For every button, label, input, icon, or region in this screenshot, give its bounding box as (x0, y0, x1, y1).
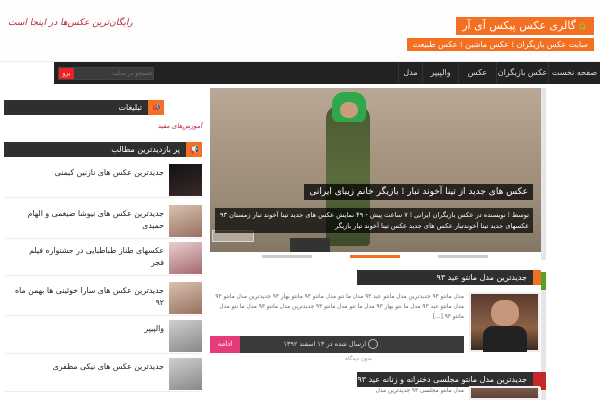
popular-thumb[interactable] (169, 358, 202, 390)
site-subtitle: سایت عکس بازیگران ⁞ عکس ماشین ⁞ عکس طبیع… (406, 38, 594, 51)
post-meta-bar: ادامه مطلب ارسال شده در ۱۳ اسفند ۱۳۹۲ (210, 336, 464, 365)
popular-thumb[interactable] (169, 164, 202, 196)
popular-item-title[interactable]: جدیدترین عکس های نازنین کیمنی (14, 167, 164, 179)
post-excerpt: مدل مانتو ۹۳ جدیدترین مدل مانتو عید ۹۳ م… (215, 294, 464, 320)
read-more-button[interactable]: ادامه مطلب (210, 336, 240, 365)
popular-item-title[interactable]: عکسهای طناز طباطبایی در جشنواره فیلم فجر (14, 245, 164, 269)
nav-item-actors[interactable]: عکس بازیگران (496, 62, 548, 84)
slide-excerpt: توسط ⁞ نویسنده در عکس بازیگران ایرانی ⁞ … (215, 208, 533, 233)
nav-item-home[interactable]: صفحه نخست (548, 62, 600, 84)
ads-widget-title: تبلیغات (118, 103, 142, 112)
megaphone-icon: 📣 (148, 100, 164, 115)
popular-item-title[interactable]: والپیپر (14, 323, 164, 335)
nav-item-news[interactable]: عکس خبری (458, 62, 496, 99)
ads-link[interactable]: آموزش‌های مفید (8, 122, 202, 130)
popular-list-item[interactable]: عکسهای طناز طباطبایی در جشنواره فیلم فجر (4, 240, 202, 276)
section-title: جدیدترین مدل مانتو مجلسی دخترانه و زنانه… (357, 375, 527, 384)
popular-widget-header: 📢 پر بازدیدترین مطالب (4, 142, 202, 157)
home-icon[interactable]: ⌂ (579, 19, 591, 32)
thumb-body (483, 326, 527, 352)
slider-dot[interactable] (262, 255, 312, 258)
slider-dot[interactable] (438, 255, 488, 258)
popular-list-item[interactable]: والپیپر (4, 318, 202, 354)
popular-thumb[interactable] (169, 282, 202, 314)
section-title: جدیدترین مدل مانتو عید ۹۳ (436, 273, 527, 282)
slider-dot-active[interactable] (350, 255, 400, 258)
search-input[interactable] (75, 68, 153, 79)
popular-list-item[interactable]: جدیدترین عکس های نیوشا ضیغمی و الهام حمی… (4, 203, 202, 239)
search-box: برو (58, 67, 154, 80)
thumb-face (491, 300, 519, 326)
post-comments-meta[interactable]: بدون دیدگاه (212, 356, 372, 362)
slide-figure-face (340, 102, 358, 118)
popular-item-title[interactable]: جدیدترین عکس های سارا خوئینی ها بهمن ماه… (14, 285, 164, 309)
clock-icon (368, 339, 378, 349)
popular-list-item[interactable]: جدیدترین عکس های نیکی مظفری (4, 356, 202, 392)
site-logo[interactable]: رایگان‌ترین عکس‌ها در اینجا است (8, 18, 133, 28)
megaphone-icon: 📢 (186, 142, 202, 157)
search-button[interactable]: برو (59, 68, 74, 79)
slider-pagination (210, 252, 541, 260)
site-title-text: گالری عکس پیکس آی آر (462, 19, 576, 32)
section-header[interactable]: جدیدترین مدل مانتو مجلسی دخترانه و زنانه… (357, 372, 541, 387)
popular-thumb[interactable] (169, 242, 202, 274)
popular-item-title[interactable]: جدیدترین عکس های نیکی مظفری (14, 361, 164, 373)
post-excerpt: مدل مانتو مجلسی ۹۳ جدیدترین مدل (375, 388, 464, 394)
slide-title[interactable]: عکس های جدید از تینا آخوند تبار ⁞ بازیگر… (304, 184, 533, 200)
post-date-text: ارسال شده در ۱۳ اسفند ۱۳۹۲ (283, 340, 366, 348)
section-marker-red (541, 372, 546, 390)
section-header[interactable]: جدیدترین مدل مانتو عید ۹۳ (357, 270, 541, 285)
nav-item-model[interactable]: مدل (398, 62, 422, 84)
popular-thumb[interactable] (169, 205, 202, 237)
popular-item-title[interactable]: جدیدترین عکس های نیوشا ضیغمی و الهام حمی… (14, 208, 164, 232)
rail-divider (541, 272, 546, 400)
section-header-marker (533, 372, 541, 387)
popular-list-item[interactable]: جدیدترین عکس های سارا خوئینی ها بهمن ماه… (4, 280, 202, 316)
site-header: رایگان‌ترین عکس‌ها در اینجا است ⌂ گالری … (0, 0, 600, 62)
popular-widget-title: پر بازدیدترین مطالب (111, 145, 180, 154)
slide-caption: عکس های جدید از تینا آخوند تبار ⁞ بازیگر… (210, 180, 541, 250)
post-date: ارسال شده در ۱۳ اسفند ۱۳۹۲ (244, 336, 380, 353)
post-thumbnail[interactable] (469, 386, 540, 400)
ads-widget-header: 📣 تبلیغات (4, 100, 164, 115)
section-header-marker (533, 270, 541, 285)
nav-item-wallpaper[interactable]: والپیپر (422, 62, 458, 84)
popular-thumb[interactable] (169, 320, 202, 352)
site-title[interactable]: ⌂ گالری عکس پیکس آی آر (456, 17, 594, 35)
rail-divider (541, 88, 546, 260)
section-marker-green (541, 272, 546, 290)
popular-list-item[interactable]: جدیدترین عکس های نازنین کیمنی (4, 162, 202, 198)
post-thumbnail[interactable] (469, 292, 540, 352)
